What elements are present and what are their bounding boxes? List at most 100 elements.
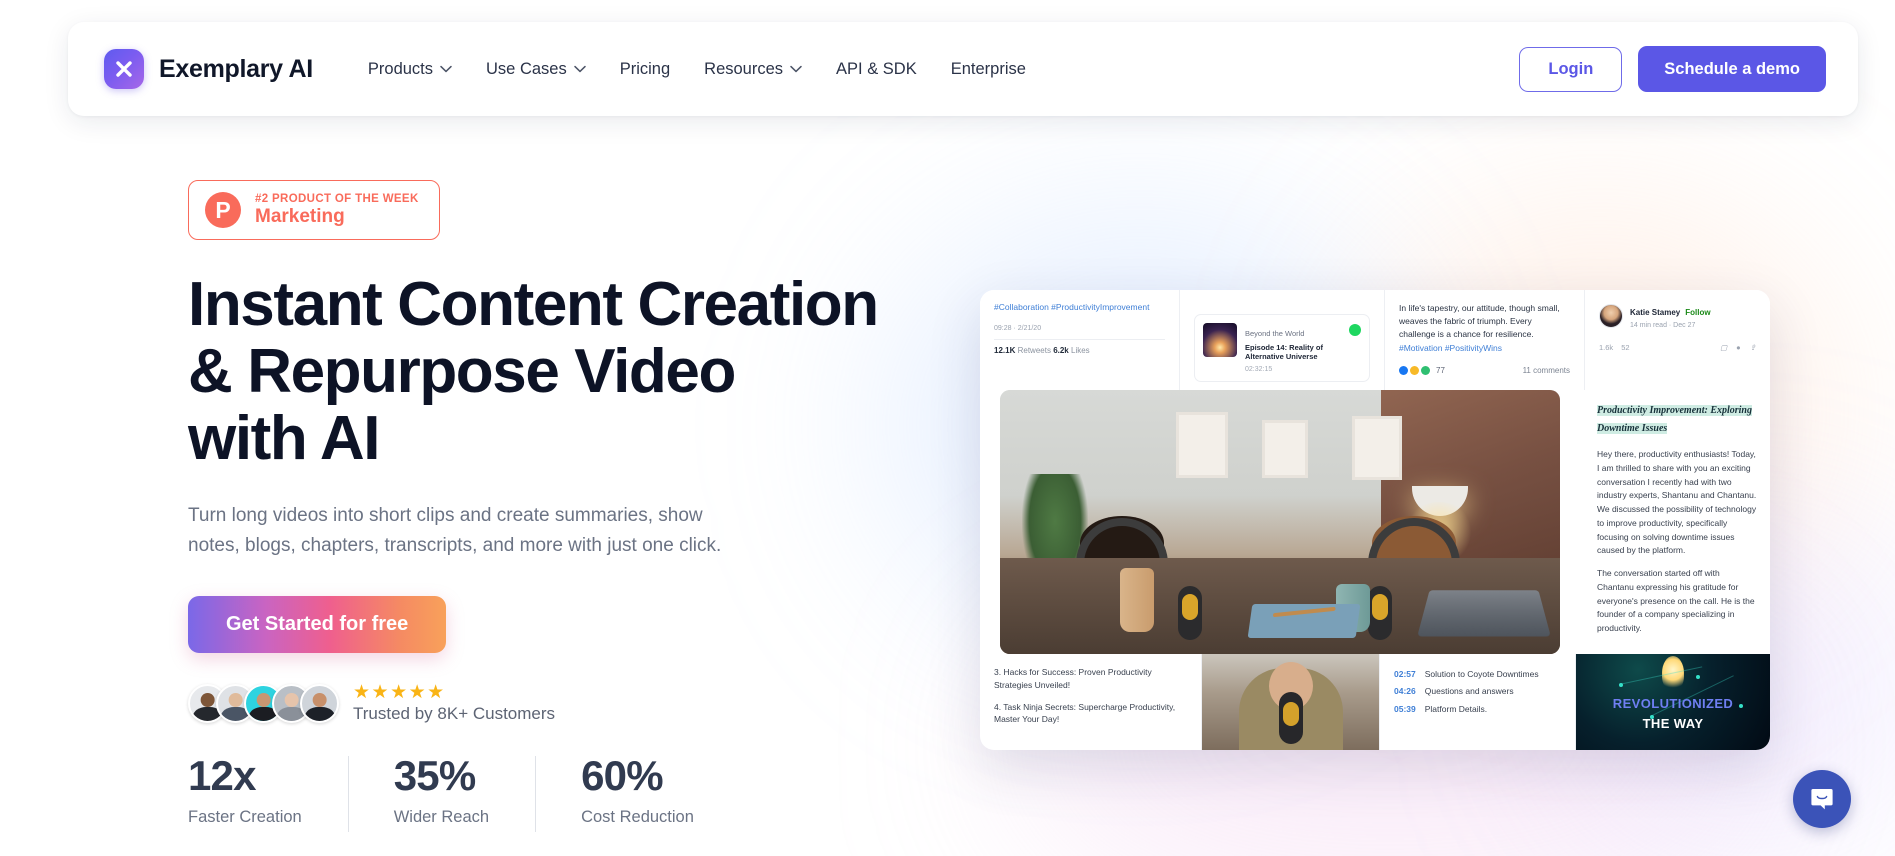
landing-page: Exemplary AI Products Use Cases Pricing … xyxy=(0,0,1895,856)
nav-item-products[interactable]: Products xyxy=(368,60,452,79)
article-paragraph: The conversation started off with Chanta… xyxy=(1597,568,1755,634)
promo-line-2: THE WAY xyxy=(1642,716,1704,731)
product-hunt-icon: P xyxy=(205,192,241,228)
stat-value: 12x xyxy=(188,752,256,799)
stat-label: Wider Reach xyxy=(393,808,490,827)
post-hashtags: #Motivation #PositivityWins xyxy=(1399,342,1502,353)
comment-count: 11 comments xyxy=(1522,365,1570,375)
header-actions: Login Schedule a demo xyxy=(1519,46,1826,92)
microphone-icon xyxy=(1278,692,1303,744)
mockup-bottom-row: 3. Hacks for Success: Proven Productivit… xyxy=(980,654,1770,750)
brand-logo[interactable]: Exemplary AI xyxy=(104,49,313,89)
reaction-count: 77 xyxy=(1436,365,1445,375)
follow-button[interactable]: Follow xyxy=(1685,308,1710,317)
article-preview-column: Productivity Improvement: Exploring Down… xyxy=(1585,390,1770,654)
avatar xyxy=(300,683,339,723)
mockup-top-row: #Collaboration #ProductivityImprovement … xyxy=(980,290,1770,390)
wall-frame xyxy=(1352,416,1402,480)
main-navigation: Products Use Cases Pricing Resources API… xyxy=(368,60,1026,79)
x-logo-icon xyxy=(104,49,144,89)
article-author: Katie Stamey Follow 14 min read · Dec 27 xyxy=(1599,302,1756,329)
hero-subheadline: Turn long videos into short clips and cr… xyxy=(188,504,722,557)
chevron-down-icon xyxy=(573,65,586,73)
share-icon[interactable]: ⇪ xyxy=(1750,343,1756,352)
tweet-card: #Collaboration #ProductivityImprovement … xyxy=(980,290,1180,390)
article-title: Productivity Improvement: Exploring Down… xyxy=(1597,405,1752,434)
tweet-hashtags: #Collaboration #ProductivityImprovement xyxy=(994,302,1150,312)
divider xyxy=(994,339,1165,341)
retweet-count: 12.1K xyxy=(994,346,1016,356)
nav-label: API & SDK xyxy=(836,59,917,78)
avatar xyxy=(1599,303,1623,328)
product-hunt-badge[interactable]: P #2 PRODUCT OF THE WEEK Marketing xyxy=(188,180,440,240)
notebook xyxy=(1247,604,1361,638)
timestamp-time: 02:57 xyxy=(1394,669,1416,679)
article-paragraph: Hey there, productivity enthusiasts! Tod… xyxy=(1597,449,1757,556)
badge-kicker: #2 PRODUCT OF THE WEEK xyxy=(255,193,419,206)
like-label: Likes xyxy=(1071,346,1090,356)
podcast-episode-title: Episode 14: Reality of Alternative Unive… xyxy=(1245,343,1323,362)
promo-line-1: REVOLUTIONIZED xyxy=(1612,696,1734,711)
bookmark-icon[interactable]: ▢ xyxy=(1720,343,1727,352)
headline-line-3: with AI xyxy=(188,403,381,473)
timestamp-label: Platform Details. xyxy=(1424,703,1488,714)
timestamp-row[interactable]: 02:57 Solution to Coyote Downtimes xyxy=(1394,666,1561,683)
chapter-item: 4. Task Ninja Secrets: Supercharge Produ… xyxy=(994,701,1176,725)
wall-frame xyxy=(1176,412,1228,478)
love-reaction-icon xyxy=(1410,365,1419,375)
post-body: In life's tapestry, our attitude, though… xyxy=(1399,302,1570,355)
coffee-cup xyxy=(1120,568,1154,632)
nav-item-enterprise[interactable]: Enterprise xyxy=(951,60,1026,79)
get-started-button[interactable]: Get Started for free xyxy=(188,595,447,653)
customer-avatars xyxy=(188,683,339,723)
timestamp-label: Questions and answers xyxy=(1424,686,1514,697)
site-header: Exemplary AI Products Use Cases Pricing … xyxy=(68,22,1858,116)
stat-faster-creation: 12x Faster Creation xyxy=(188,752,348,827)
stat-cost-reduction: 60% Cost Reduction xyxy=(535,752,740,833)
author-line: Katie Stamey Follow xyxy=(1630,302,1711,319)
stats-row: 12x Faster Creation 35% Wider Reach 60% … xyxy=(188,752,740,833)
nav-item-api-sdk[interactable]: API & SDK xyxy=(836,60,917,79)
stat-label: Faster Creation xyxy=(188,808,302,827)
podcast-show-name: Beyond the World xyxy=(1245,329,1305,338)
network-node xyxy=(1738,703,1743,708)
clip-thumbnail[interactable] xyxy=(1202,654,1380,750)
nav-item-use-cases[interactable]: Use Cases xyxy=(486,60,586,79)
mockup-frame: #Collaboration #ProductivityImprovement … xyxy=(980,290,1770,750)
post-footer: 77 11 comments xyxy=(1399,365,1570,375)
chevron-down-icon xyxy=(440,65,452,73)
article-body: Hey there, productivity enthusiasts! Tod… xyxy=(1597,448,1758,636)
nav-label: Products xyxy=(367,59,434,78)
chat-widget-button[interactable] xyxy=(1793,770,1851,828)
response-count: 52 xyxy=(1621,343,1630,352)
microphone-icon xyxy=(1178,586,1202,640)
hero-content: P #2 PRODUCT OF THE WEEK Marketing Insta… xyxy=(188,180,908,724)
nav-item-resources[interactable]: Resources xyxy=(704,60,802,79)
like-count: 6.2k xyxy=(1053,346,1069,356)
chat-bubble-icon xyxy=(1811,789,1833,810)
page-title: Instant Content Creation & Repurpose Vid… xyxy=(188,271,888,473)
stat-wider-reach: 35% Wider Reach xyxy=(347,752,535,833)
badge-category: Marketing xyxy=(255,206,345,228)
network-link xyxy=(1618,666,1703,685)
chevron-down-icon xyxy=(790,65,802,73)
wall-frame xyxy=(1262,420,1308,478)
timestamp-time: 05:39 xyxy=(1394,703,1416,714)
more-icon[interactable]: ● xyxy=(1736,343,1741,352)
clap-count: 1.6k xyxy=(1599,343,1614,352)
author-details: Katie Stamey Follow 14 min read · Dec 27 xyxy=(1630,302,1711,329)
laptop xyxy=(1417,590,1551,637)
login-button[interactable]: Login xyxy=(1519,46,1623,92)
chapters-panel: 3. Hacks for Success: Proven Productivit… xyxy=(980,654,1202,750)
promo-video-card[interactable]: REVOLUTIONIZED THE WAY xyxy=(1576,654,1770,750)
timestamp-row[interactable]: 05:39 Platform Details. xyxy=(1394,701,1561,718)
product-hunt-text: #2 PRODUCT OF THE WEEK Marketing xyxy=(255,193,419,227)
promo-text: REVOLUTIONIZED THE WAY xyxy=(1613,695,1733,731)
timestamp-time: 04:26 xyxy=(1394,686,1416,697)
trust-text: Trusted by 8K+ Customers xyxy=(353,703,556,723)
schedule-demo-button[interactable]: Schedule a demo xyxy=(1638,46,1826,92)
timestamp-row[interactable]: 04:26 Questions and answers xyxy=(1394,683,1561,700)
tweet-timestamp: 09:28 · 2/21/20 xyxy=(994,325,1042,333)
nav-item-pricing[interactable]: Pricing xyxy=(620,60,670,79)
like-reaction-icon xyxy=(1399,365,1408,375)
